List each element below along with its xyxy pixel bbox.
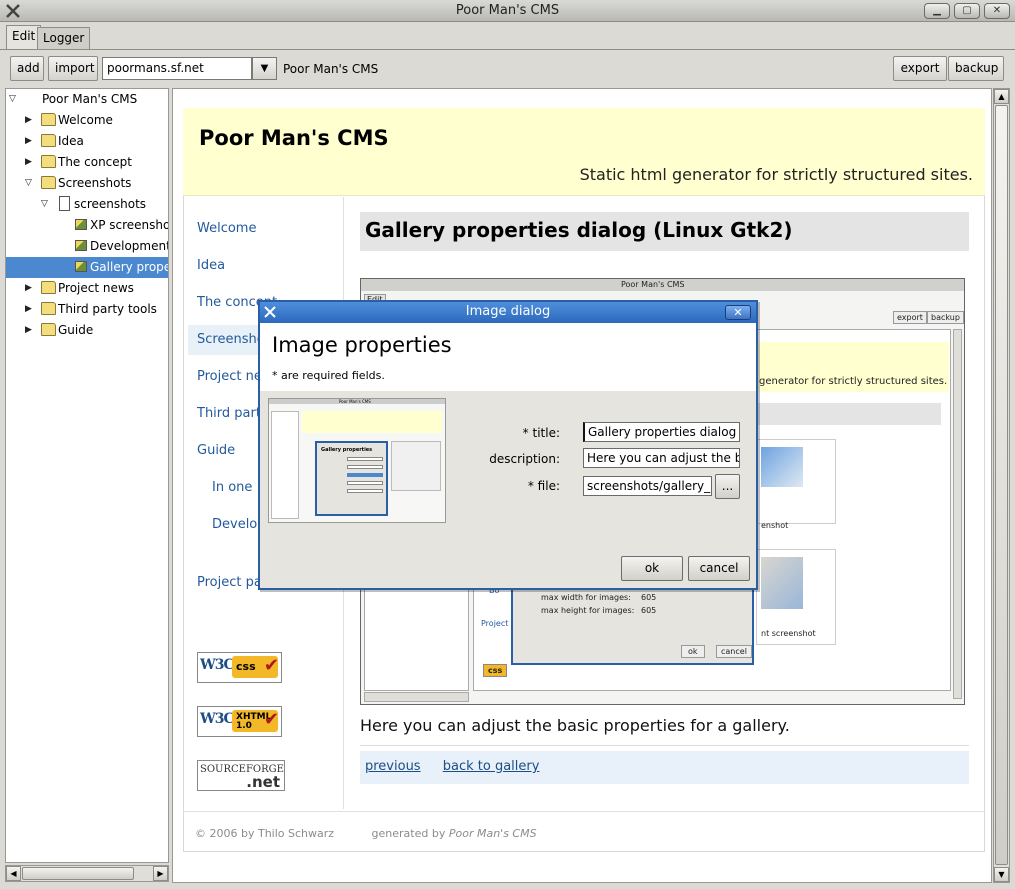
- collapsed-arrow-icon[interactable]: ▶: [25, 283, 34, 293]
- preview-vertical-scrollbar[interactable]: ▲ ▼: [993, 88, 1010, 883]
- dialog-header: Image properties * are required fields.: [260, 323, 756, 391]
- tree-item-development[interactable]: Development: [6, 236, 168, 257]
- tree-item-welcome[interactable]: ▶ Welcome: [6, 110, 168, 131]
- scroll-left-icon[interactable]: ◀: [6, 866, 21, 881]
- folder-icon: [41, 134, 56, 147]
- site-footer: © 2006 by Thilo Schwarz generated by Poo…: [195, 827, 537, 840]
- pager-divider: [360, 745, 969, 746]
- import-button[interactable]: import: [48, 56, 98, 81]
- folder-icon: [41, 155, 56, 168]
- site-title: Poor Man's CMS: [199, 126, 389, 150]
- backup-button[interactable]: backup: [948, 56, 1004, 81]
- folder-icon: [41, 113, 56, 126]
- ok-button[interactable]: ok: [621, 556, 683, 581]
- image-caption: Here you can adjust the basic properties…: [360, 716, 790, 735]
- generated-by-text: generated by: [371, 827, 446, 840]
- document-icon: [59, 196, 70, 211]
- tab-edit[interactable]: Edit: [6, 25, 42, 50]
- folder-icon: [41, 281, 56, 294]
- tree-item-idea[interactable]: ▶ Idea: [6, 131, 168, 152]
- tab-divider: [0, 49, 1015, 50]
- w3c-css-badge[interactable]: W3C css ✔: [197, 652, 282, 683]
- tree-item-root[interactable]: ▽ Poor Man's CMS: [6, 89, 168, 110]
- check-icon: ✔: [263, 709, 279, 730]
- collapsed-arrow-icon[interactable]: ▶: [25, 115, 34, 125]
- collapsed-arrow-icon[interactable]: ▶: [25, 325, 34, 335]
- tree-horizontal-scrollbar[interactable]: ◀ ▶: [5, 865, 169, 882]
- image-dialog: Image dialog ✕ Image properties * are re…: [258, 300, 758, 590]
- nav-link-welcome[interactable]: Welcome: [197, 221, 256, 236]
- image-icon: [75, 261, 87, 272]
- maximize-button[interactable]: ▢: [954, 3, 980, 19]
- dialog-titlebar: Image dialog: [260, 302, 756, 323]
- scroll-thumb[interactable]: [22, 867, 134, 880]
- title-field[interactable]: Gallery properties dialog (L: [583, 422, 740, 442]
- nav-link-guide[interactable]: Guide: [197, 443, 235, 458]
- expanded-arrow-icon[interactable]: ▽: [25, 178, 34, 188]
- collapsed-arrow-icon[interactable]: ▶: [25, 304, 34, 314]
- check-icon: ✔: [263, 655, 279, 676]
- dialog-close-button[interactable]: ✕: [725, 305, 751, 320]
- file-label: * file:: [527, 479, 560, 493]
- site-tree[interactable]: ▽ Poor Man's CMS ▶ Welcome ▶ Idea ▶ The …: [5, 88, 169, 863]
- nav-link-in-one[interactable]: In one: [212, 480, 252, 495]
- app-x-icon: [264, 306, 276, 318]
- expanded-arrow-icon[interactable]: ▽: [9, 94, 18, 104]
- site-subtitle: Static html generator for strictly struc…: [579, 165, 973, 184]
- generator-name: Poor Man's CMS: [448, 827, 537, 840]
- collapsed-arrow-icon[interactable]: ▶: [25, 157, 34, 167]
- scroll-right-icon[interactable]: ▶: [153, 866, 168, 881]
- image-thumbnail: Poor Man's CMS Gallery properties: [268, 398, 446, 523]
- window-titlebar: Poor Man's CMS ▁ ▢ ✕: [0, 0, 1015, 22]
- expanded-arrow-icon[interactable]: ▽: [41, 199, 50, 209]
- image-icon: [75, 219, 87, 230]
- close-window-button[interactable]: ✕: [984, 3, 1010, 19]
- folder-icon: [41, 323, 56, 336]
- site-name-label: Poor Man's CMS: [283, 62, 379, 76]
- tree-item-third-party[interactable]: ▶ Third party tools: [6, 299, 168, 320]
- tree-item-guide[interactable]: ▶ Guide: [6, 320, 168, 341]
- chevron-down-icon[interactable]: ▼: [252, 57, 277, 80]
- copyright-text: © 2006 by Thilo Schwarz: [195, 827, 335, 840]
- scroll-thumb[interactable]: [995, 105, 1008, 865]
- collapsed-arrow-icon[interactable]: ▶: [25, 136, 34, 146]
- tree-item-screenshots[interactable]: ▽ Screenshots: [6, 173, 168, 194]
- image-icon: [75, 240, 87, 251]
- tree-item-project-news[interactable]: ▶ Project news: [6, 278, 168, 299]
- browse-button[interactable]: ...: [715, 474, 740, 499]
- window-title: Poor Man's CMS: [455, 3, 560, 18]
- description-label: description:: [489, 452, 560, 466]
- pager: previous back to gallery: [360, 751, 969, 784]
- dialog-heading: Image properties: [272, 333, 452, 357]
- page-heading: Gallery properties dialog (Linux Gtk2): [360, 212, 969, 251]
- back-to-gallery-link[interactable]: back to gallery: [443, 759, 540, 774]
- file-field[interactable]: screenshots/gallery_p: [583, 476, 712, 496]
- previous-link[interactable]: previous: [365, 759, 421, 774]
- tree-item-gallery-properties[interactable]: Gallery properties dialog: [6, 257, 168, 278]
- tree-item-xp-screenshot[interactable]: XP screenshot: [6, 215, 168, 236]
- tab-logger[interactable]: Logger: [37, 27, 91, 49]
- tree-item-screenshots-page[interactable]: ▽ screenshots: [6, 194, 168, 215]
- folder-icon: [41, 176, 56, 189]
- nav-link-idea[interactable]: Idea: [197, 258, 225, 273]
- footer-divider: [183, 811, 985, 812]
- required-note: * are required fields.: [272, 369, 385, 382]
- scroll-down-icon[interactable]: ▼: [994, 867, 1009, 882]
- export-button[interactable]: export: [893, 56, 947, 81]
- scroll-up-icon[interactable]: ▲: [994, 89, 1009, 104]
- cancel-button[interactable]: cancel: [688, 556, 750, 581]
- minimize-button[interactable]: ▁: [924, 3, 950, 19]
- add-button[interactable]: add: [10, 56, 44, 81]
- tree-item-concept[interactable]: ▶ The concept: [6, 152, 168, 173]
- title-label: * title:: [522, 426, 560, 440]
- description-field[interactable]: Here you can adjust the ba: [583, 448, 740, 468]
- w3c-xhtml-badge[interactable]: W3C XHTML 1.0 ✔: [197, 706, 282, 737]
- folder-icon: [41, 302, 56, 315]
- site-combo-input[interactable]: poormans.sf.net: [102, 57, 252, 80]
- sourceforge-badge[interactable]: SOURCEFORGE .net: [197, 760, 285, 791]
- site-header: Poor Man's CMS Static html generator for…: [183, 108, 985, 196]
